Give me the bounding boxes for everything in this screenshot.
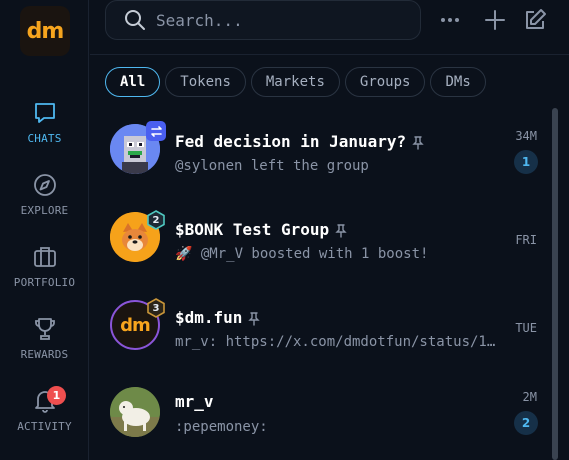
chat-subtitle: mr_v: https://x.com/dmdotfun/status/1234… <box>175 334 500 350</box>
chat-list-item[interactable]: dm 3 $dm.fun mr_v: https://x.com/dmdotfu… <box>90 286 552 374</box>
chat-title: $BONK Test Group <box>175 220 347 239</box>
nav-item-activity[interactable]: 1 ACTIVITY <box>0 386 89 448</box>
unread-count-badge: 2 <box>514 411 538 435</box>
pin-icon <box>412 135 424 150</box>
briefcase-icon <box>33 247 56 267</box>
chat-time: 34M <box>515 129 537 143</box>
filter-chip-tokens[interactable]: Tokens <box>165 67 246 97</box>
unread-count-badge: 1 <box>514 150 538 174</box>
chat-list-item[interactable]: Fed decision in January? @sylonen left t… <box>90 110 552 198</box>
scrollbar-thumb[interactable] <box>552 108 558 460</box>
plus-icon[interactable] <box>483 8 507 32</box>
chat-subtitle: @sylonen left the group <box>175 158 369 174</box>
nav-item-chats[interactable]: CHATS <box>0 100 89 160</box>
compose-icon[interactable] <box>523 8 547 32</box>
nav-item-portfolio[interactable]: PORTFOLIO <box>0 244 89 304</box>
chat-title: mr_v <box>175 392 214 411</box>
rank-badge: 2 <box>146 210 166 230</box>
chat-time: FRI <box>515 233 537 247</box>
more-dots-icon[interactable] <box>438 8 462 32</box>
trophy-icon <box>34 318 55 340</box>
nav-item-rewards[interactable]: REWARDS <box>0 316 89 376</box>
nav-item-explore[interactable]: EXPLORE <box>0 172 89 232</box>
search-input[interactable] <box>156 10 396 30</box>
white-dog-photo-avatar <box>110 387 160 437</box>
compass-icon <box>33 174 56 196</box>
nav-label-portfolio: PORTFOLIO <box>13 276 76 289</box>
nav-label-activity: ACTIVITY <box>17 420 72 433</box>
nav-label-rewards: REWARDS <box>20 348 69 361</box>
search-icon <box>125 10 145 30</box>
filter-chip-groups[interactable]: Groups <box>344 67 426 97</box>
nav-rail: dm CHATS EXPLORE PORTFOLIO REWARDS 1 ACT… <box>0 0 89 460</box>
chat-list-item[interactable]: mr_v :pepemoney: 2M 2 <box>90 374 552 460</box>
search-box[interactable] <box>105 0 421 40</box>
chat-time: TUE <box>515 321 537 335</box>
rank-badge-number: 2 <box>152 214 160 226</box>
chat-title: $dm.fun <box>175 308 261 327</box>
chat-list-scrollbar[interactable] <box>552 108 558 460</box>
top-bar <box>90 0 569 55</box>
filter-chip-markets[interactable]: Markets <box>250 67 340 97</box>
nav-label-chats: CHATS <box>27 132 62 145</box>
chat-list-item[interactable]: 2 $BONK Test Group 🚀 @Mr_V boosted with … <box>90 198 552 286</box>
activity-badge: 1 <box>47 386 66 405</box>
rank-badge: 3 <box>146 298 166 318</box>
chat-time: 2M <box>522 390 537 404</box>
chat-subtitle: 🚀 @Mr_V boosted with 1 boost! <box>175 246 429 262</box>
app-logo-text: dm <box>26 18 65 44</box>
pin-icon <box>248 311 261 326</box>
filter-chips: All Tokens Markets Groups DMs <box>105 67 486 97</box>
pin-icon <box>335 223 347 238</box>
nav-label-explore: EXPLORE <box>20 204 69 217</box>
chat-subtitle: :pepemoney: <box>175 419 268 435</box>
market-badge-icon <box>146 121 166 141</box>
app-logo[interactable]: dm <box>20 6 70 56</box>
chat-title: Fed decision in January? <box>175 132 424 151</box>
rank-badge-number: 3 <box>152 302 160 314</box>
filter-chip-all[interactable]: All <box>105 67 161 97</box>
filter-chip-dms[interactable]: DMs <box>430 67 486 97</box>
chat-bubble-icon <box>34 103 55 123</box>
